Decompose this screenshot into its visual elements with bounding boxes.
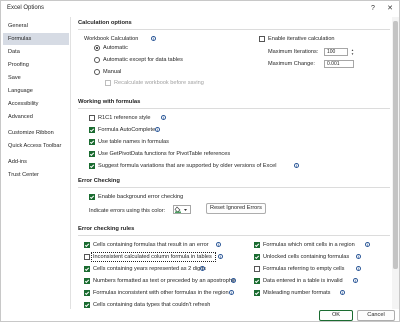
max-iterations-input[interactable]: 100 xyxy=(324,48,348,56)
calc-section-title: Calculation options xyxy=(78,20,132,26)
rule-misleading-formats-label: Misleading number formats xyxy=(263,290,331,296)
sidebar-item-data[interactable]: Data xyxy=(3,46,69,58)
rule-omit-cells-label: Formulas which omit cells in a region xyxy=(263,242,355,248)
rule-data-types-refresh-checkbox[interactable] xyxy=(84,302,90,308)
info-icon: i xyxy=(218,254,223,259)
getpivotdata-label: Use GetPivotData functions for PivotTabl… xyxy=(98,151,231,157)
error-color-picker[interactable] xyxy=(173,205,191,214)
reset-ignored-errors-button[interactable]: Reset Ignored Errors xyxy=(206,203,266,214)
rules-section-title: Error checking rules xyxy=(78,226,135,232)
rule-formula-error-checkbox[interactable] xyxy=(84,242,90,248)
radio-manual[interactable] xyxy=(94,69,100,75)
autocomplete-label: Formula AutoComplete xyxy=(98,127,156,133)
r1c1-label: R1C1 reference style xyxy=(98,115,151,121)
rule-inconsistent-formulas-label: Formulas inconsistent with other formula… xyxy=(93,290,229,296)
working-section-title: Working with formulas xyxy=(78,99,141,105)
info-icon: i xyxy=(200,266,205,271)
error-checking-section-title: Error Checking xyxy=(78,178,120,184)
info-icon: i xyxy=(294,163,299,168)
sidebar-item-trust-center[interactable]: Trust Center xyxy=(3,169,69,181)
enable-bg-checking-checkbox[interactable] xyxy=(89,194,95,200)
rule-invalid-table-data-label: Data entered in a table is invalid xyxy=(263,278,343,284)
rule-inconsistent-column-checkbox[interactable] xyxy=(84,254,90,260)
info-icon: i xyxy=(356,266,361,271)
info-icon: i xyxy=(356,254,361,259)
paint-bucket-icon xyxy=(174,206,187,213)
rules-divider xyxy=(78,235,390,236)
calc-divider xyxy=(78,29,390,30)
sidebar-item-formulas[interactable]: Formulas xyxy=(3,33,69,45)
enable-iterative-label: Enable iterative calculation xyxy=(268,36,335,42)
sidebar: General Formulas Data Proofing Save Lang… xyxy=(1,17,71,309)
sidebar-item-general[interactable]: General xyxy=(3,20,69,32)
max-change-input[interactable]: 0.001 xyxy=(324,60,354,68)
info-icon: i xyxy=(340,290,345,295)
r1c1-checkbox[interactable] xyxy=(89,115,95,121)
rule-omit-cells-checkbox[interactable] xyxy=(254,242,260,248)
rule-data-types-refresh-label: Cells containing data types that couldn'… xyxy=(93,302,211,308)
rule-unlocked-cells-label: Unlocked cells containing formulas xyxy=(263,254,350,260)
rule-empty-cells-label: Formulas referring to empty cells xyxy=(263,266,345,272)
help-button[interactable]: ? xyxy=(367,3,379,15)
rule-two-digit-years-checkbox[interactable] xyxy=(84,266,90,272)
rule-empty-cells-checkbox[interactable] xyxy=(254,266,260,272)
max-change-label: Maximum Change: xyxy=(268,61,315,67)
rule-formula-error-label: Cells containing formulas that result in… xyxy=(93,242,209,248)
info-icon: i xyxy=(155,127,160,132)
recalculate-label: Recalculate workbook before saving xyxy=(114,80,204,86)
sidebar-item-advanced[interactable]: Advanced xyxy=(3,111,69,123)
info-icon: i xyxy=(216,242,221,247)
radio-automatic-except[interactable] xyxy=(94,57,100,63)
info-icon: i xyxy=(161,115,166,120)
sidebar-item-proofing[interactable]: Proofing xyxy=(3,59,69,71)
excel-options-dialog: Excel Options ? ✕ General Formulas Data … xyxy=(0,0,400,322)
sidebar-item-save[interactable]: Save xyxy=(3,72,69,84)
rule-invalid-table-data-checkbox[interactable] xyxy=(254,278,260,284)
recalculate-checkbox[interactable] xyxy=(105,80,111,86)
rule-inconsistent-column-label: Inconsistent calculated column formula i… xyxy=(93,254,212,260)
radio-automatic[interactable] xyxy=(94,45,100,51)
workbook-calc-label: Workbook Calculation xyxy=(84,36,139,42)
working-divider xyxy=(78,108,390,109)
sidebar-item-language[interactable]: Language xyxy=(3,85,69,97)
scroll-thumb[interactable] xyxy=(393,21,398,269)
automatic-except-label: Automatic except for data tables xyxy=(103,57,183,63)
getpivotdata-checkbox[interactable] xyxy=(89,151,95,157)
rule-numbers-as-text-checkbox[interactable] xyxy=(84,278,90,284)
info-icon: i xyxy=(229,290,234,295)
info-icon: i xyxy=(231,278,236,283)
options-content: Calculation options Workbook Calculation… xyxy=(72,17,399,309)
close-button[interactable]: ✕ xyxy=(384,3,396,15)
rule-numbers-as-text-label: Numbers formatted as text or preceded by… xyxy=(93,278,236,284)
sidebar-item-customize-ribbon[interactable]: Customize Ribbon xyxy=(3,127,69,139)
table-names-label: Use table names in formulas xyxy=(98,139,169,145)
table-names-checkbox[interactable] xyxy=(89,139,95,145)
rule-unlocked-cells-checkbox[interactable] xyxy=(254,254,260,260)
enable-bg-checking-label: Enable background error checking xyxy=(98,194,184,200)
rule-two-digit-years-label: Cells containing years represented as 2 … xyxy=(93,266,206,272)
automatic-label: Automatic xyxy=(103,45,128,51)
cancel-button[interactable]: Cancel xyxy=(357,310,395,321)
options-scrollbar[interactable] xyxy=(392,17,399,309)
suggest-variations-label: Suggest formula variations that are supp… xyxy=(98,163,277,169)
title-bar: Excel Options ? ✕ xyxy=(1,1,399,17)
sidebar-item-quick-access-toolbar[interactable]: Quick Access Toolbar xyxy=(3,140,69,152)
suggest-variations-checkbox[interactable] xyxy=(89,163,95,169)
rule-inconsistent-formulas-checkbox[interactable] xyxy=(84,290,90,296)
error-checking-divider xyxy=(78,187,390,188)
max-iterations-label: Maximum Iterations: xyxy=(268,49,319,55)
sidebar-item-accessibility[interactable]: Accessibility xyxy=(3,98,69,110)
max-iterations-spinner[interactable]: ▲ ▼ xyxy=(350,48,355,56)
info-icon: i xyxy=(365,242,370,247)
info-icon: i xyxy=(151,36,156,41)
manual-label: Manual xyxy=(103,69,122,75)
ok-button[interactable]: OK xyxy=(319,310,353,321)
info-icon: i xyxy=(353,278,358,283)
rule-misleading-formats-checkbox[interactable] xyxy=(254,290,260,296)
sidebar-item-add-ins[interactable]: Add-ins xyxy=(3,156,69,168)
indicate-color-label: Indicate errors using this color: xyxy=(89,208,166,214)
autocomplete-checkbox[interactable] xyxy=(89,127,95,133)
enable-iterative-checkbox[interactable] xyxy=(259,36,265,42)
dialog-title: Excel Options xyxy=(7,5,45,11)
